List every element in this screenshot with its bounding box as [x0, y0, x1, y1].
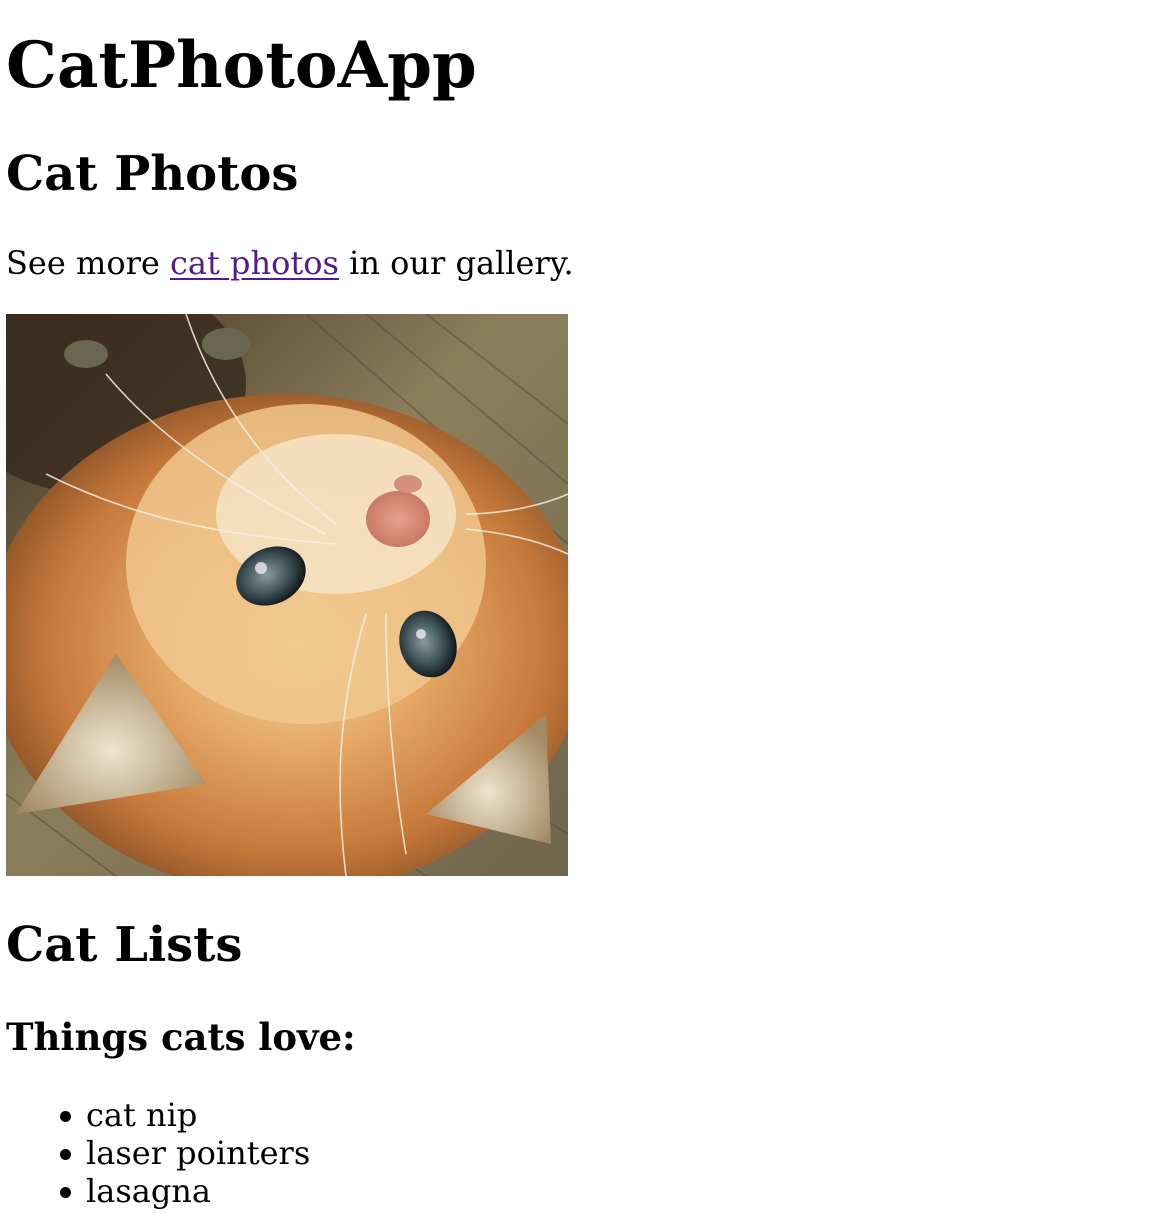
things-cats-love-list: cat nip laser pointers lasagna [6, 1096, 310, 1210]
cat-photos-link[interactable]: cat photos [170, 244, 339, 282]
cat-photos-heading: Cat Photos [6, 146, 299, 202]
cat-lists-heading: Cat Lists [6, 917, 243, 973]
page: CatPhotoApp Cat Photos See more cat phot… [0, 0, 1154, 1216]
list-item: lasagna [59, 1172, 310, 1210]
cat-photo[interactable] [6, 314, 568, 876]
gallery-text: See more cat photos in our gallery. [6, 243, 574, 283]
list-item: laser pointers [59, 1134, 311, 1172]
list-item: cat nip [59, 1096, 310, 1134]
gallery-text-after: in our gallery. [338, 244, 574, 282]
things-cats-love-heading: Things cats love: [6, 1015, 356, 1059]
gallery-text-before: See more [6, 244, 170, 282]
page-title: CatPhotoApp [6, 28, 477, 103]
